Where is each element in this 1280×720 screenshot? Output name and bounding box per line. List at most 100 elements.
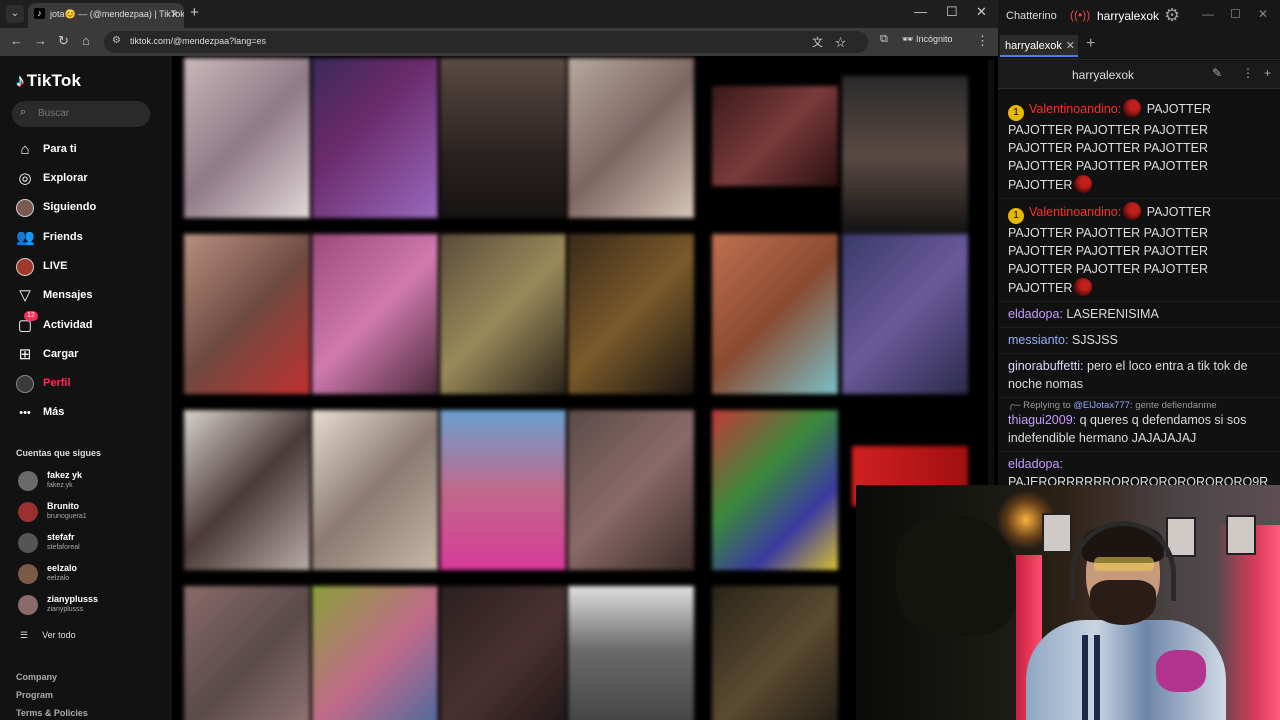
nav-mensajes[interactable]: ▽ Mensajes [16,284,166,308]
video-thumbnail[interactable] [842,234,968,394]
video-thumbnail[interactable] [440,234,566,394]
video-thumbnail[interactable] [184,234,310,394]
video-thumbnail[interactable] [312,58,438,218]
video-thumbnail[interactable] [184,58,310,218]
maximize-icon[interactable]: ☐ [946,4,958,20]
tiktok-sidebar: ♪ TikTok ⌕ Buscar ⌂ Para ti ◎ Explorar Sigu… [0,56,172,720]
nav-friends[interactable]: 👥 Friends [16,226,166,250]
video-thumbnail[interactable] [184,586,310,720]
nav-siguiendo[interactable]: Siguiendo [16,196,166,220]
minimize-icon[interactable]: — [914,4,927,19]
close-tab-icon[interactable]: × [171,3,178,25]
rank-badge: 1 [1008,105,1024,121]
chat-message[interactable]: eldadopa: PAJERORRRRRRORORORORORORORO9RR… [998,452,1280,486]
incognito-indicator[interactable]: 🕶 Incógnito [902,34,952,45]
browser-menu-icon[interactable]: ⋮ [976,33,989,49]
chat-message[interactable]: eldadopa: LASERENISIMA [998,302,1280,328]
close-window-icon[interactable]: ✕ [1258,7,1268,21]
chat-username[interactable]: messianto: [1008,333,1068,347]
followed-account[interactable]: Brunito brunoguera1 [18,500,168,526]
nav-label: Cargar [43,348,79,360]
footer-company[interactable]: Company [16,672,57,682]
chat-message[interactable]: thiagui2009: q queres q defendamos si so… [998,411,1280,452]
browser-toolbar: ← → ↻ ⌂ ⚙ tiktok.com/@mendezpaa?lang=es … [0,28,998,56]
media-icon[interactable]: ⧉ [880,33,888,46]
reply-user[interactable]: @ElJotax777: [1073,400,1132,411]
reply-context[interactable]: ╭─ Replying to @ElJotax777: gente defien… [998,398,1280,411]
video-thumbnail[interactable] [712,410,838,570]
browser-tab[interactable]: ♪ jota😊 — (@mendezpaa) | TikTok × [28,3,184,28]
footer-program[interactable]: Program [16,690,53,700]
video-thumbnail[interactable] [440,410,566,570]
video-thumbnail[interactable] [842,76,968,236]
video-thumbnail[interactable] [312,586,438,720]
add-split-icon[interactable]: + [1264,66,1271,80]
close-tab-icon[interactable]: ✕ [1066,39,1075,52]
nav-mas[interactable]: ••• Más [16,401,166,425]
chat-tab[interactable]: harryalexok ✕ [1000,35,1078,57]
video-thumbnail[interactable] [312,234,438,394]
account-handle: fakez.yk [47,482,73,489]
video-thumbnail[interactable] [568,234,694,394]
maximize-icon[interactable]: ☐ [1230,7,1241,21]
new-tab-icon[interactable]: + [190,4,199,21]
video-thumbnail[interactable] [184,410,310,570]
chat-message[interactable]: 1 Valentinoandino: PAJOTTER PAJOTTER PAJO… [998,199,1280,302]
chat-username[interactable]: ginorabuffetti: [1008,359,1084,373]
video-thumbnail[interactable] [712,586,838,720]
add-tab-icon[interactable]: + [1086,35,1095,53]
chat-tab-label: harryalexok [1005,40,1062,52]
pencil-icon[interactable]: ✎ [1212,66,1222,80]
home-icon[interactable]: ⌂ [82,33,90,48]
video-thumbnail[interactable] [712,234,838,394]
settings-gear-icon[interactable]: ⚙ [1164,5,1180,26]
chat-message[interactable]: 1 Valentinoandino: PAJOTTER PAJOTTER PAJO… [998,96,1280,199]
video-thumbnail[interactable] [568,586,694,720]
translate-icon[interactable]: 文 [812,37,835,49]
chat-username[interactable]: Valentinoandino: [1029,205,1121,219]
nav-label: Siguiendo [43,201,97,213]
chat-username[interactable]: thiagui2009: [1008,413,1076,427]
chat-username[interactable]: Valentinoandino: [1029,102,1121,116]
nav-para-ti[interactable]: ⌂ Para ti [16,138,166,162]
followed-account[interactable]: eelzalo eelzalo [18,562,168,588]
nav-live[interactable]: LIVE [16,255,166,279]
emote-icon [1123,99,1142,117]
video-thumbnail[interactable] [440,58,566,218]
video-thumbnail[interactable] [568,410,694,570]
address-bar[interactable]: ⚙ tiktok.com/@mendezpaa?lang=es 文☆ [104,31,868,53]
reload-icon[interactable]: ↻ [58,33,69,49]
chat-tab-bar: harryalexok ✕ + [998,32,1280,60]
video-thumbnail[interactable] [712,86,838,186]
nav-cargar[interactable]: ⊞ Cargar [16,343,166,367]
tab-search-button[interactable]: ⌄ [6,5,24,23]
followed-account[interactable]: stefafr stefaforeal [18,531,168,557]
followed-account[interactable]: fakez yk fakez.yk [18,469,168,495]
chat-username[interactable]: eldadopa: [1008,457,1063,471]
video-thumbnail[interactable] [312,410,438,570]
menu-dots-icon[interactable]: ⋮ [1242,66,1254,80]
minimize-icon[interactable]: — [1202,7,1214,21]
close-window-icon[interactable]: ✕ [976,4,987,20]
see-all-link[interactable]: ☰ Ver todo [20,630,90,641]
search-input[interactable]: ⌕ Buscar [12,101,150,127]
nav-actividad[interactable]: ▢ 12 Actividad [16,311,166,338]
chat-message[interactable]: ginorabuffetti: pero el loco entra a tik… [998,354,1280,398]
webcam-jacket-stripe [1082,635,1088,720]
live-username[interactable]: harryalexok [1097,9,1159,23]
tiktok-logo[interactable]: ♪ TikTok [16,71,81,91]
forward-icon[interactable]: → [34,33,47,48]
live-avatar-icon [16,258,34,276]
video-thumbnail[interactable] [440,586,566,720]
site-info-icon[interactable]: ⚙ [112,35,121,46]
video-thumbnail[interactable] [568,58,694,218]
chat-message[interactable]: messianto: SJSJSS [998,328,1280,354]
chat-username[interactable]: eldadopa: [1008,307,1063,321]
nav-perfil[interactable]: Perfil [16,372,166,396]
bookmark-star-icon[interactable]: ☆ [835,37,858,49]
profile-avatar-icon [16,375,34,393]
followed-account[interactable]: zianyplusss zianyplusss [18,593,168,619]
nav-explorar[interactable]: ◎ Explorar [16,167,166,191]
footer-terms[interactable]: Terms & Policies [16,708,88,718]
back-icon[interactable]: ← [10,33,23,48]
